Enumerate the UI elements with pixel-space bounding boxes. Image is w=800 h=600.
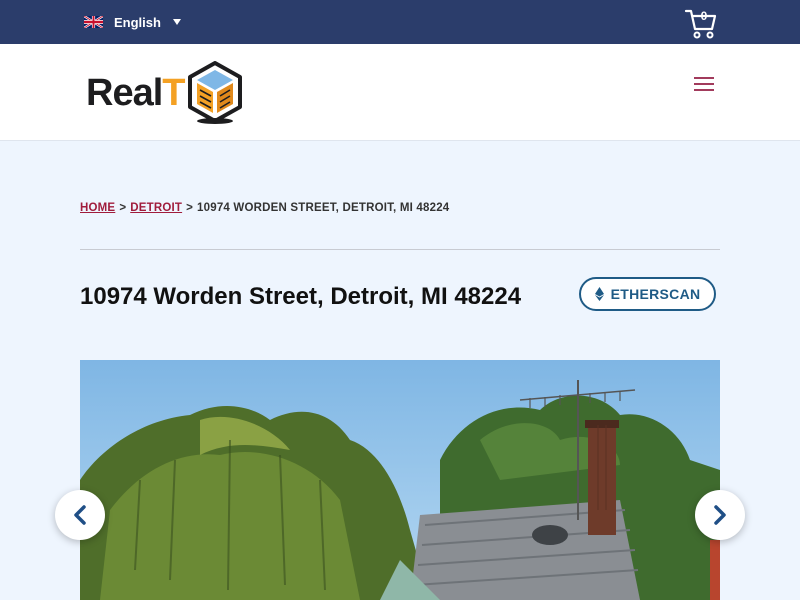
language-label: English [114,14,161,30]
language-selector[interactable]: English [84,13,181,31]
breadcrumb-current: 10974 WORDEN STREET, DETROIT, MI 48224 [197,202,450,214]
caret-down-icon [172,19,181,25]
breadcrumb-separator: > [186,202,194,214]
cart-button[interactable]: 0 [684,8,718,40]
breadcrumb-separator: > [119,202,127,214]
carousel-next-button[interactable] [695,490,745,540]
logo-cube-icon [187,61,242,124]
page-title: 10974 Worden Street, Detroit, MI 48224 [80,283,522,310]
ethereum-icon [594,287,604,301]
chevron-left-icon [74,505,86,525]
property-photo [80,360,720,600]
breadcrumb-home-link[interactable]: HOME [80,202,115,214]
chevron-right-icon [714,505,726,525]
cart-count: 0 [700,9,708,23]
etherscan-button[interactable]: ETHERSCAN [579,277,716,311]
uk-flag-icon [84,16,103,28]
etherscan-label: ETHERSCAN [610,286,701,302]
top-bar: English 0 [0,0,800,44]
divider [80,249,720,250]
realt-logo[interactable]: RealT [86,61,243,125]
logo-wordmark: RealT [86,72,186,114]
hamburger-icon[interactable] [694,77,714,91]
site-header: RealT [0,44,800,141]
breadcrumb-city-link[interactable]: DETROIT [130,202,182,214]
breadcrumb: HOME > DETROIT >10974 WORDEN STREET, DETROI… [80,202,449,214]
carousel-prev-button[interactable] [55,490,105,540]
